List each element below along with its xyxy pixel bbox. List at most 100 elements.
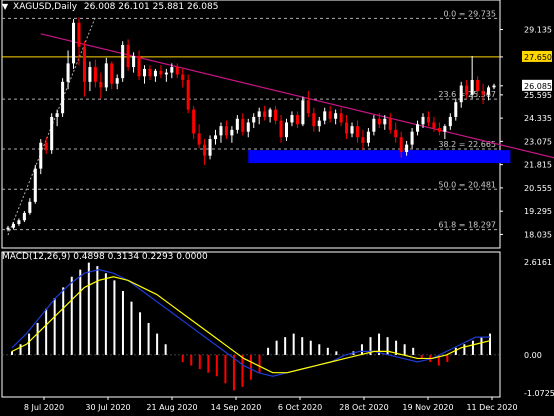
candle-body — [410, 131, 414, 145]
candle-body — [366, 131, 370, 143]
candle-body — [345, 122, 349, 134]
candle-body — [213, 135, 218, 140]
candle-body — [110, 63, 114, 84]
candle-body — [61, 81, 65, 114]
candle-body — [115, 78, 119, 84]
candle-body — [126, 44, 130, 68]
candle-body — [492, 85, 496, 88]
candle-body — [312, 113, 316, 127]
candle-body — [66, 63, 70, 82]
date-tick-label: 30 Jul 2020 — [85, 403, 130, 412]
candle-body — [77, 22, 81, 47]
candle-body — [219, 126, 223, 136]
candle-body — [99, 81, 103, 88]
candle-body — [443, 126, 447, 132]
date-tick-label: 6 Oct 2020 — [278, 403, 322, 412]
candle-body — [82, 46, 86, 82]
candle-body — [481, 91, 485, 95]
candle-body — [405, 144, 409, 152]
date-tick-label: 21 Aug 2020 — [146, 403, 197, 412]
candle-body — [121, 44, 125, 79]
candle-body — [279, 120, 283, 138]
fib-level-label: 61.8 = 18.297 — [438, 221, 496, 230]
candle-body — [432, 122, 436, 128]
candle-body — [159, 70, 163, 75]
candle-body — [448, 116, 452, 127]
candle-body — [284, 122, 289, 138]
candle-body — [426, 116, 430, 123]
candle-body — [290, 115, 294, 123]
candle-body — [399, 137, 403, 152]
candle-body — [164, 72, 168, 75]
candle-body — [28, 201, 32, 213]
candle-body — [301, 100, 305, 125]
candle-body — [88, 67, 92, 82]
main-panel-frame — [1, 0, 501, 249]
candle-body — [44, 142, 48, 151]
candle-body — [33, 168, 37, 202]
price-tick-label: 20.555 — [524, 184, 552, 193]
candle-body — [263, 111, 267, 117]
price-tick-label: 23.075 — [524, 137, 552, 146]
candle-body — [17, 220, 21, 224]
candle-body — [476, 80, 480, 92]
candle-body — [334, 113, 338, 119]
price-tick-label: 21.815 — [524, 161, 552, 170]
candle-body — [416, 124, 420, 132]
candle-body — [388, 118, 392, 130]
candle-body — [421, 116, 425, 125]
candle-body — [394, 129, 398, 138]
support-zone — [248, 150, 511, 164]
candle-body — [50, 116, 54, 151]
candle-body — [350, 126, 354, 134]
price-chart[interactable]: 0.0 = 29.73523.6 = 25.36738.2 = 22.66550… — [0, 0, 554, 416]
candle-body — [55, 113, 59, 117]
candle-body — [328, 111, 332, 119]
price-tick-label: 25.595 — [524, 91, 552, 100]
price-tick-label: 24.335 — [524, 114, 552, 123]
current-price-label: 26.085 — [524, 82, 552, 91]
candle-body — [192, 109, 196, 134]
candle-body — [306, 100, 310, 114]
candle-body — [361, 137, 365, 143]
date-tick-label: 28 Oct 2020 — [339, 403, 388, 412]
candle-body — [93, 67, 97, 82]
price-tick-label: 18.035 — [524, 230, 552, 239]
candle-body — [203, 144, 207, 156]
macd-tick-label: -1.0725 — [524, 389, 554, 398]
candle-body — [372, 118, 376, 132]
candle-body — [339, 113, 343, 123]
candle-body — [235, 118, 239, 130]
macd-tick-label: 2.6161 — [524, 258, 552, 267]
candle-body — [465, 85, 469, 95]
candle-body — [487, 87, 491, 95]
candle-body — [170, 67, 174, 73]
candle-body — [11, 224, 15, 228]
candle-body — [175, 67, 179, 75]
candle-body — [181, 74, 185, 80]
candle-body — [208, 139, 212, 156]
candle-body — [437, 128, 441, 132]
price-tick-label: 19.295 — [524, 207, 552, 216]
candle-body — [142, 68, 147, 77]
candle-body — [137, 56, 141, 77]
candle-body — [459, 85, 463, 103]
candle-body — [132, 56, 136, 68]
fib-level-label: 50.0 = 20.481 — [438, 180, 496, 189]
candle-body — [323, 111, 327, 121]
candle-body — [268, 109, 272, 117]
candle-body — [148, 68, 152, 77]
date-tick-label: 19 Nov 2020 — [402, 403, 453, 412]
date-tick-label: 11 Dec 2020 — [466, 403, 517, 412]
candle-body — [230, 129, 234, 136]
candle-body — [241, 118, 245, 132]
date-tick-label: 14 Sep 2020 — [211, 403, 262, 412]
candle-body — [186, 80, 190, 110]
candle-body — [39, 142, 43, 169]
candle-body — [224, 126, 228, 136]
candle-body — [153, 70, 157, 77]
candle-body — [377, 118, 381, 125]
candle-body — [197, 133, 201, 145]
candle-body — [454, 102, 458, 117]
candle-body — [22, 212, 26, 221]
